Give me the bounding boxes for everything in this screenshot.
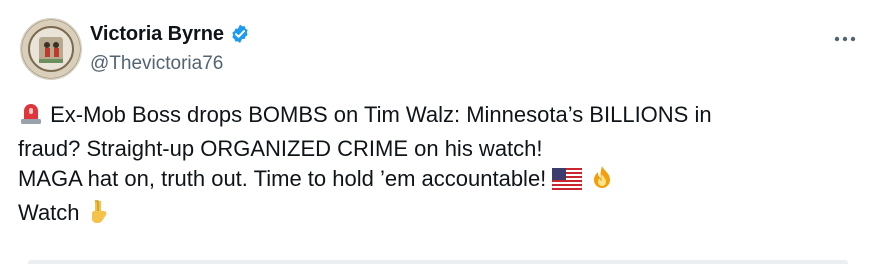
post-text-line-3: MAGA hat on, truth out. Time to hold ’em…: [18, 166, 547, 191]
post-text-line-1: Ex-Mob Boss drops BOMBS on Tim Walz: Min…: [50, 102, 712, 127]
us-flag-icon: [551, 167, 583, 198]
post-line-2: fraud? Straight-up ORGANIZED CRIME on hi…: [18, 134, 858, 164]
post-line-4: Watch: [18, 198, 858, 232]
post-body: Ex-Mob Boss drops BOMBS on Tim Walz: Min…: [18, 100, 858, 232]
display-name[interactable]: Victoria Byrne: [90, 22, 224, 46]
fire-icon: [589, 164, 615, 198]
post-line-3: MAGA hat on, truth out. Time to hold ’em…: [18, 164, 858, 198]
verified-badge-icon: [229, 23, 251, 45]
post-text-line-2: fraud? Straight-up ORGANIZED CRIME on hi…: [18, 136, 543, 161]
avatar-image: [22, 20, 80, 78]
more-icon: [834, 36, 856, 42]
post-line-1: Ex-Mob Boss drops BOMBS on Tim Walz: Min…: [18, 100, 858, 134]
post-header: Victoria Byrne @Thevictoria76: [16, 14, 862, 84]
card-bottom-divider: [28, 260, 848, 264]
more-options-button[interactable]: [828, 22, 862, 56]
pointing-down-icon: [86, 198, 112, 232]
avatar[interactable]: [20, 18, 82, 80]
name-row: Victoria Byrne: [90, 22, 251, 46]
handle[interactable]: @Thevictoria76: [90, 52, 223, 76]
rotating-light-icon: [18, 100, 44, 134]
post-text-line-4: Watch: [18, 200, 80, 225]
